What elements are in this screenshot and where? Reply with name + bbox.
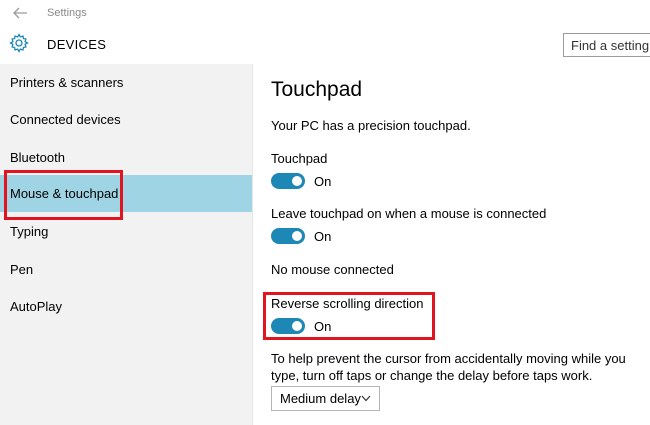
window-title: Settings <box>47 7 87 19</box>
sidebar: Printers & scanners Connected devices Bl… <box>0 64 252 425</box>
leave-on-toggle[interactable] <box>271 228 305 244</box>
touchpad-label: Touchpad <box>271 151 328 166</box>
tap-delay-help: To help prevent the cursor from accident… <box>271 351 626 383</box>
reverse-scrolling-label: Reverse scrolling direction <box>271 296 424 311</box>
tap-delay-dropdown[interactable]: Medium delay <box>271 386 380 411</box>
reverse-scrolling-state: On <box>314 319 332 334</box>
gear-icon <box>9 33 29 53</box>
sidebar-item-mouse-touchpad[interactable]: Mouse & touchpad <box>0 175 252 212</box>
sidebar-item-bluetooth[interactable]: Bluetooth <box>0 139 252 176</box>
leave-on-label: Leave touchpad on when a mouse is connec… <box>271 206 547 221</box>
precision-note: Your PC has a precision touchpad. <box>271 118 471 133</box>
sidebar-item-connected-devices[interactable]: Connected devices <box>0 101 252 138</box>
content-pane: Touchpad Your PC has a precision touchpa… <box>253 64 650 425</box>
search-input[interactable] <box>564 34 650 56</box>
back-arrow-icon[interactable] <box>12 6 28 20</box>
sidebar-item-pen[interactable]: Pen <box>0 251 252 288</box>
page-title: Touchpad <box>271 78 363 101</box>
sidebar-item-typing[interactable]: Typing <box>0 213 252 250</box>
leave-on-state: On <box>314 229 332 244</box>
chevron-down-icon <box>361 395 371 402</box>
sidebar-item-autoplay[interactable]: AutoPlay <box>0 288 252 325</box>
section-title: DEVICES <box>47 37 107 52</box>
mouse-status: No mouse connected <box>271 262 394 277</box>
toggle-knob <box>292 176 302 186</box>
search-box[interactable] <box>563 33 650 57</box>
sidebar-item-printers-scanners[interactable]: Printers & scanners <box>0 64 252 101</box>
title-bar: Settings <box>0 0 650 28</box>
tap-delay-value: Medium delay <box>280 391 361 406</box>
toggle-knob <box>292 321 302 331</box>
touchpad-toggle[interactable] <box>271 173 305 189</box>
touchpad-state: On <box>314 174 332 189</box>
reverse-scrolling-toggle[interactable] <box>271 318 305 334</box>
toggle-knob <box>292 231 302 241</box>
page-header: DEVICES <box>0 28 650 64</box>
